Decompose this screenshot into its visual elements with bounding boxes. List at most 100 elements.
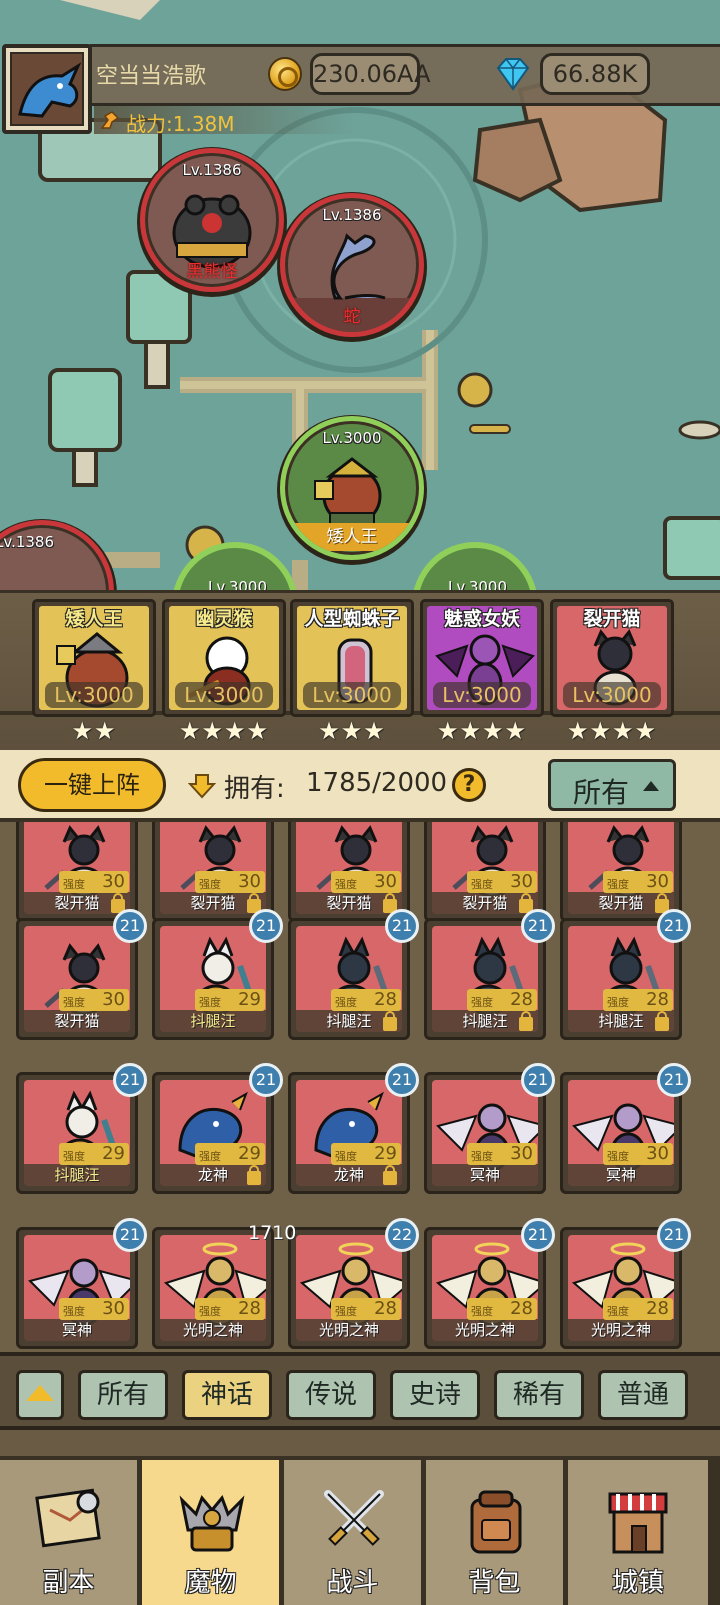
strength-tag: 强度 29 xyxy=(331,1143,401,1165)
monster-name: 冥神 xyxy=(605,1166,636,1184)
monster-card[interactable]: 强度 28 光明之神 xyxy=(152,1227,274,1349)
monster-card[interactable]: 强度 30 裂开猫 xyxy=(424,822,546,922)
map-icon xyxy=(35,1488,101,1548)
nav-label: 魔物 xyxy=(184,1568,237,1598)
strength-value: 28 xyxy=(510,989,533,1010)
lock-icon xyxy=(383,1011,397,1031)
lock-icon xyxy=(655,1011,669,1031)
count-badge: 21 xyxy=(113,1063,147,1097)
combat-power-value: 战力:1.38M xyxy=(126,112,235,136)
tab-mythic[interactable]: 神话 xyxy=(182,1370,272,1420)
player-header: 空当当浩歌 230.06AA 66.88K 战力:1.38M xyxy=(0,44,720,136)
team-slot-1[interactable]: 矮人王 Lv:3000 xyxy=(32,599,156,717)
strength-tag: 强度 30 xyxy=(603,871,673,893)
team-slot-4[interactable]: 魅惑女妖 Lv:3000 xyxy=(420,599,544,717)
strength-tag: 强度 28 xyxy=(331,989,401,1011)
count-badge: 21 xyxy=(521,909,555,943)
count-badge: 21 xyxy=(385,909,419,943)
monster-card[interactable]: 强度 30 裂开猫 xyxy=(560,822,682,922)
arrow-down-icon xyxy=(188,774,216,799)
tab-epic[interactable]: 史诗 xyxy=(390,1370,480,1420)
gem-amount[interactable]: 66.88K xyxy=(540,53,650,95)
count-badge: 21 xyxy=(113,909,147,943)
monster-card[interactable]: 强度 28 抖腿汪 21 xyxy=(424,909,555,1040)
monster-card[interactable]: 强度 30 冥神 21 xyxy=(560,1063,691,1194)
strength-value: 28 xyxy=(646,989,669,1010)
strength-value: 30 xyxy=(646,871,669,892)
node-name: 黑熊怪 xyxy=(186,262,238,282)
monster-card[interactable]: 强度 30 裂开猫 xyxy=(288,822,410,922)
nav-dungeon[interactable]: 副本 xyxy=(0,1460,140,1605)
team-slot-name: 魅惑女妖 xyxy=(443,608,520,630)
strength-tag: 强度 30 xyxy=(59,1298,129,1320)
nav-backpack[interactable]: 背包 xyxy=(426,1460,566,1605)
owned-label: 拥有: xyxy=(224,774,285,804)
strength-tag: 强度 28 xyxy=(603,1298,673,1320)
monster-card[interactable]: 强度 30 冥神 21 xyxy=(424,1063,555,1194)
nav-battle[interactable]: 战斗 xyxy=(284,1460,424,1605)
strength-value: 28 xyxy=(510,1298,533,1319)
help-button[interactable]: ? xyxy=(452,768,486,802)
map-node-dwarf-king[interactable]: Lv.3000 矮人王 xyxy=(280,416,424,560)
node-level: Lv.3000 xyxy=(322,429,382,447)
nav-town[interactable]: 城镇 xyxy=(568,1460,708,1605)
monster-card[interactable]: 强度 28 光明之神 21 xyxy=(424,1218,555,1349)
monster-card[interactable]: 强度 29 抖腿汪 21 xyxy=(16,1063,147,1194)
count-badge: 21 xyxy=(249,909,283,943)
strength-tag: 强度 28 xyxy=(195,1298,265,1320)
strength-tag: 强度 29 xyxy=(195,989,265,1011)
team-slot-3[interactable]: 人型蜘蛛子 Lv:3000 xyxy=(290,599,414,717)
team-slot-stars: ★★★★ xyxy=(178,717,270,745)
team-slot-name: 裂开猫 xyxy=(583,608,641,630)
node-name: 蛇 xyxy=(343,307,361,327)
count-badge: 21 xyxy=(521,1218,555,1252)
monster-card[interactable]: 强度 30 裂开猫 xyxy=(152,822,274,922)
team-slot-name: 人型蜘蛛子 xyxy=(304,608,400,630)
count-badge: 21 xyxy=(657,1218,691,1252)
strength-value: 28 xyxy=(374,989,397,1010)
rarity-tabs: 所有 神话 传说 史诗 稀有 普通 xyxy=(0,1352,720,1430)
player-name: 空当当浩歌 xyxy=(96,64,207,89)
monster-card[interactable]: 强度 30 冥神 21 xyxy=(16,1218,147,1349)
monster-card[interactable]: 强度 29 龙神 21 xyxy=(152,1063,283,1194)
count-badge: 21 xyxy=(521,1063,555,1097)
monster-name: 光明之神 xyxy=(590,1321,651,1339)
auto-deploy-button[interactable]: 一键上阵 xyxy=(18,758,166,812)
lock-icon xyxy=(519,1011,533,1031)
nav-label: 战斗 xyxy=(326,1568,379,1598)
power-icon xyxy=(100,111,120,129)
monster-card[interactable]: 强度 30 裂开猫 xyxy=(16,822,138,922)
monster-card[interactable]: 强度 28 光明之神 21 xyxy=(560,1218,691,1349)
nav-label: 背包 xyxy=(468,1568,521,1598)
strength-value: 30 xyxy=(510,1143,533,1164)
monster-name: 冥神 xyxy=(61,1321,92,1339)
strength-value: 29 xyxy=(238,989,261,1010)
nav-monsters[interactable]: 魔物 xyxy=(142,1460,282,1605)
strength-tag: 强度 28 xyxy=(467,989,537,1011)
collapse-button[interactable] xyxy=(16,1370,64,1420)
strength-value: 30 xyxy=(102,871,125,892)
monster-grid[interactable]: 强度 30 裂开猫 强度 30 裂开猫 强度 30 裂开猫 强度 30 裂开猫 强度 30 裂开猫 强度 30 裂… xyxy=(0,822,720,1382)
monster-card[interactable]: 强度 29 抖腿汪 21 xyxy=(152,909,283,1040)
monster-card[interactable]: 强度 30 裂开猫 21 xyxy=(16,909,147,1040)
monster-card[interactable]: 强度 29 龙神 21 xyxy=(288,1063,419,1194)
tab-rare[interactable]: 稀有 xyxy=(494,1370,584,1420)
team-slot-5[interactable]: 裂开猫 Lv:3000 xyxy=(550,599,674,717)
filter-label: 所有 xyxy=(573,776,630,809)
monster-name: 光明之神 xyxy=(454,1321,515,1339)
map-node-snake[interactable]: Lv.1386 蛇 xyxy=(280,193,424,337)
monster-card[interactable]: 强度 28 抖腿汪 21 xyxy=(560,909,691,1040)
strength-tag: 强度 28 xyxy=(331,1298,401,1320)
filter-dropdown[interactable]: 所有 xyxy=(548,759,676,811)
team-slot-2[interactable]: 幽灵猴 Lv:3000 xyxy=(162,599,286,717)
team-slot-level: Lv:3000 xyxy=(45,682,143,708)
triangle-up-icon xyxy=(26,1385,54,1401)
monster-card[interactable]: 强度 28 抖腿汪 21 xyxy=(288,909,419,1040)
tab-all[interactable]: 所有 xyxy=(78,1370,168,1420)
tab-common[interactable]: 普通 xyxy=(598,1370,688,1420)
player-avatar[interactable] xyxy=(2,44,92,134)
tab-legendary[interactable]: 传说 xyxy=(286,1370,376,1420)
monster-card[interactable]: 强度 28 光明之神 22 xyxy=(288,1218,419,1349)
gold-amount[interactable]: 230.06AA xyxy=(310,53,430,95)
map-node-black-bear[interactable]: Lv.1386 黑熊怪 xyxy=(140,148,284,292)
